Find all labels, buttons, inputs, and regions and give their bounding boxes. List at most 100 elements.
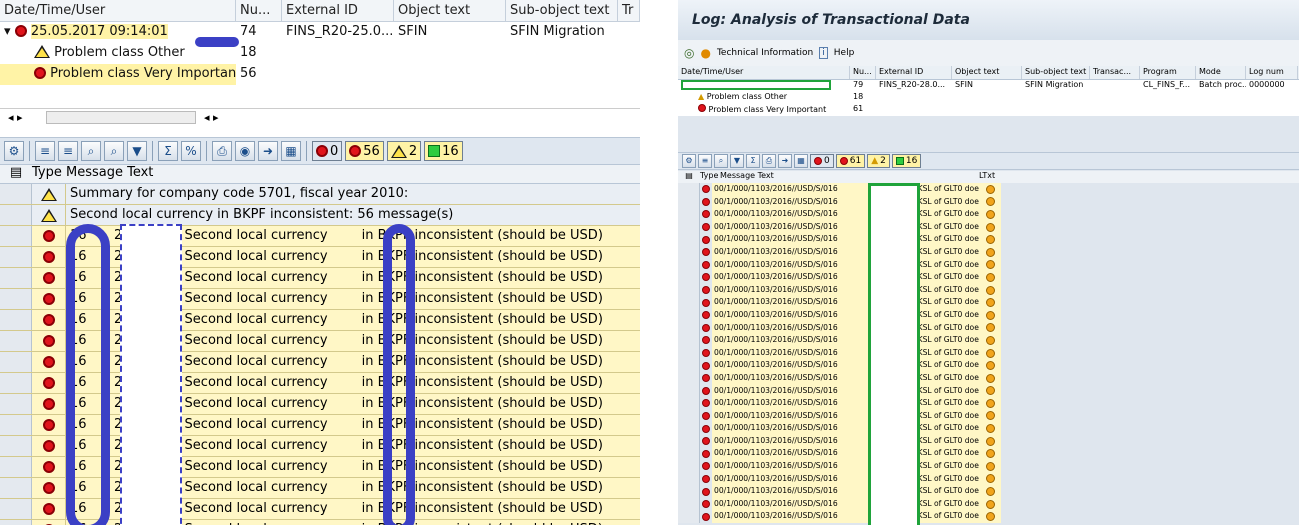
info-icon[interactable]: ●	[700, 46, 710, 60]
scroll-thumb[interactable]	[46, 111, 196, 124]
message-row[interactable]: 00/1/000/1103/2016//USD/S/016Field KSL o…	[678, 258, 1299, 272]
message-row[interactable]: 00/1/000/1103/2016//USD/S/016Field KSL o…	[678, 220, 1299, 234]
filter-button[interactable]: ▼	[730, 154, 744, 168]
tree-row-log[interactable]: ▾ 25.05.2017 09:14:01 74 FINS_R20-25.0..…	[0, 22, 640, 43]
find-button[interactable]: ⌕	[714, 154, 728, 168]
message-row[interactable]: 00/1/000/1103/2016//USD/S/016Field KSL o…	[678, 485, 1299, 498]
find-button[interactable]: ⌕	[81, 141, 101, 161]
message-row[interactable]: 00/1/000/1103/2016//USD/S/016Field KSL o…	[678, 245, 1299, 259]
scroll-left-icon[interactable]: ◂ ▸	[8, 111, 23, 124]
col-type[interactable]: Type	[32, 165, 66, 183]
help-link[interactable]: Help	[834, 48, 855, 58]
sort-asc-button[interactable]: ≡	[35, 141, 55, 161]
sort-desc-button[interactable]: ≡	[58, 141, 78, 161]
warning-count-badge[interactable]: ▲ 2	[867, 154, 890, 168]
execute-icon[interactable]: ◎	[684, 46, 694, 60]
long-text-icon[interactable]	[985, 272, 995, 282]
long-text-icon[interactable]	[985, 310, 995, 320]
subtotal-button[interactable]: %	[181, 141, 201, 161]
error-count-badge[interactable]: 56	[345, 141, 384, 161]
layout-icon[interactable]: ▤	[0, 165, 32, 183]
col-transaction[interactable]: Transac...	[1090, 66, 1140, 79]
col-mode[interactable]: Mode	[1196, 66, 1246, 79]
message-row[interactable]: 00/1/000/1103/2016//USD/S/016Field KSL o…	[678, 308, 1299, 322]
long-text-icon[interactable]	[985, 348, 995, 358]
long-text-icon[interactable]	[985, 260, 995, 270]
col-date-time-user[interactable]: Date/Time/User	[678, 66, 850, 79]
sort-button[interactable]: ≡	[698, 154, 712, 168]
summary-row[interactable]: Summary for company code 5701, fiscal ye…	[0, 184, 640, 205]
message-row[interactable]: 00/1/000/1103/2016//USD/S/016Field KSL o…	[678, 472, 1299, 486]
message-row[interactable]: 00/1/000/1103/2016//USD/S/016Field KSL o…	[678, 271, 1299, 284]
col-program[interactable]: Program	[1140, 66, 1196, 79]
long-text-icon[interactable]	[985, 184, 995, 194]
col-sub-object-text[interactable]: Sub-object text	[1022, 66, 1090, 79]
col-external-id[interactable]: External ID	[282, 0, 394, 21]
message-row[interactable]: 00/1/000/1103/2016//USD/S/016Field KSL o…	[678, 321, 1299, 335]
col-type[interactable]: Type	[700, 171, 718, 183]
long-text-icon[interactable]	[985, 424, 995, 434]
long-text-icon[interactable]	[985, 323, 995, 333]
find-next-button[interactable]: ⌕	[104, 141, 124, 161]
col-number[interactable]: Nu...	[236, 0, 282, 21]
stop-count-badge[interactable]: 0	[810, 154, 834, 168]
col-log-num[interactable]: Log num	[1246, 66, 1298, 79]
message-row[interactable]: 00/1/000/1103/2016//USD/S/016Field KSL o…	[678, 334, 1299, 347]
message-row[interactable]: 00/1/000/1103/2016//USD/S/016Field KSL o…	[678, 346, 1299, 360]
col-sub-object-text[interactable]: Sub-object text	[506, 0, 618, 21]
col-message-text[interactable]: Message Text	[66, 165, 153, 183]
long-text-icon[interactable]	[985, 298, 995, 308]
col-date-time-user[interactable]: Date/Time/User	[0, 0, 236, 21]
long-text-icon[interactable]	[985, 222, 995, 232]
long-text-icon[interactable]	[985, 386, 995, 396]
tree-row-problem-other[interactable]: Problem class Other 18	[0, 43, 640, 64]
long-text-icon[interactable]	[985, 398, 995, 408]
sum-button[interactable]: Σ	[158, 141, 178, 161]
col-number[interactable]: Nu...	[850, 66, 876, 79]
warning-count-badge[interactable]: 2	[386, 141, 422, 161]
message-row[interactable]: 00/1/000/1103/2016//USD/S/016Field KSL o…	[678, 195, 1299, 209]
long-text-icon[interactable]	[985, 373, 995, 383]
success-count-badge[interactable]: 16	[891, 154, 922, 168]
long-text-icon[interactable]	[985, 499, 995, 509]
tree-row-problem-other[interactable]: ▲ Problem class Other 18	[678, 92, 1299, 104]
message-row[interactable]: 00/1/000/1103/2016//USD/S/016Field KSL o…	[678, 359, 1299, 372]
technical-info-button[interactable]: ⚙	[4, 141, 24, 161]
error-count-badge[interactable]: 61	[835, 154, 866, 168]
help-icon[interactable]: i	[819, 47, 828, 59]
message-row[interactable]: 00/1/000/1103/2016//USD/S/016Field KSL o…	[678, 510, 1299, 524]
expand-arrow-icon[interactable]: ▾	[4, 24, 11, 39]
message-row[interactable]: 00/1/000/1103/2016//USD/S/016Field KSL o…	[678, 208, 1299, 221]
export-button[interactable]: ➜	[258, 141, 278, 161]
message-row[interactable]: 00/1/000/1103/2016//USD/S/016Field KSL o…	[678, 397, 1299, 410]
message-row[interactable]: 00/1/000/1103/2016//USD/S/016Field KSL o…	[678, 422, 1299, 435]
message-row[interactable]: 00/1/000/1103/2016//USD/S/016Field KSL o…	[678, 497, 1299, 511]
filter-button[interactable]: ▼	[127, 141, 147, 161]
long-text-icon[interactable]	[985, 335, 995, 345]
message-row[interactable]: 00/1/000/1103/2016//USD/S/016Field KSL o…	[678, 409, 1299, 423]
long-text-icon[interactable]	[985, 474, 995, 484]
layout-button[interactable]: ▦	[794, 154, 808, 168]
export-button[interactable]: ➜	[778, 154, 792, 168]
horizontal-scrollbar[interactable]: ◂ ▸ ◂ ▸	[0, 108, 640, 126]
long-text-icon[interactable]	[985, 436, 995, 446]
long-text-icon[interactable]	[985, 512, 995, 522]
message-row[interactable]: 00/1/000/1103/2016//USD/S/016Field KSL o…	[678, 233, 1299, 246]
stop-count-badge[interactable]: 0	[312, 141, 343, 161]
col-external-id[interactable]: External ID	[876, 66, 952, 79]
message-row[interactable]: 00/1/000/1103/2016//USD/S/016Field KSL o…	[678, 447, 1299, 461]
long-text-icon[interactable]	[985, 361, 995, 371]
message-row[interactable]: 00/1/000/1103/2016//USD/S/016Field KSL o…	[678, 384, 1299, 398]
message-row[interactable]: 00/1/000/1103/2016//USD/S/016Field KSL o…	[678, 434, 1299, 448]
col-object-text[interactable]: Object text	[952, 66, 1022, 79]
message-row[interactable]: 00/1/000/1103/2016//USD/S/016Field KSL o…	[678, 371, 1299, 385]
tree-row-log[interactable]: 79 FINS_R20-28.0... SFIN SFIN Migration …	[678, 80, 1299, 92]
long-text-icon[interactable]	[985, 487, 995, 497]
tree-row-problem-important[interactable]: Problem class Very Important 61	[678, 104, 1299, 116]
col-ltxt[interactable]: LTxt	[979, 171, 1003, 183]
message-row[interactable]: 00/1/000/1103/2016//USD/S/016Field KSL o…	[678, 296, 1299, 309]
sum-button[interactable]: Σ	[746, 154, 760, 168]
message-row[interactable]: 00/1/000/1103/2016//USD/S/016Field KSL o…	[678, 283, 1299, 297]
print-button[interactable]: ⎙	[762, 154, 776, 168]
long-text-icon[interactable]	[985, 449, 995, 459]
